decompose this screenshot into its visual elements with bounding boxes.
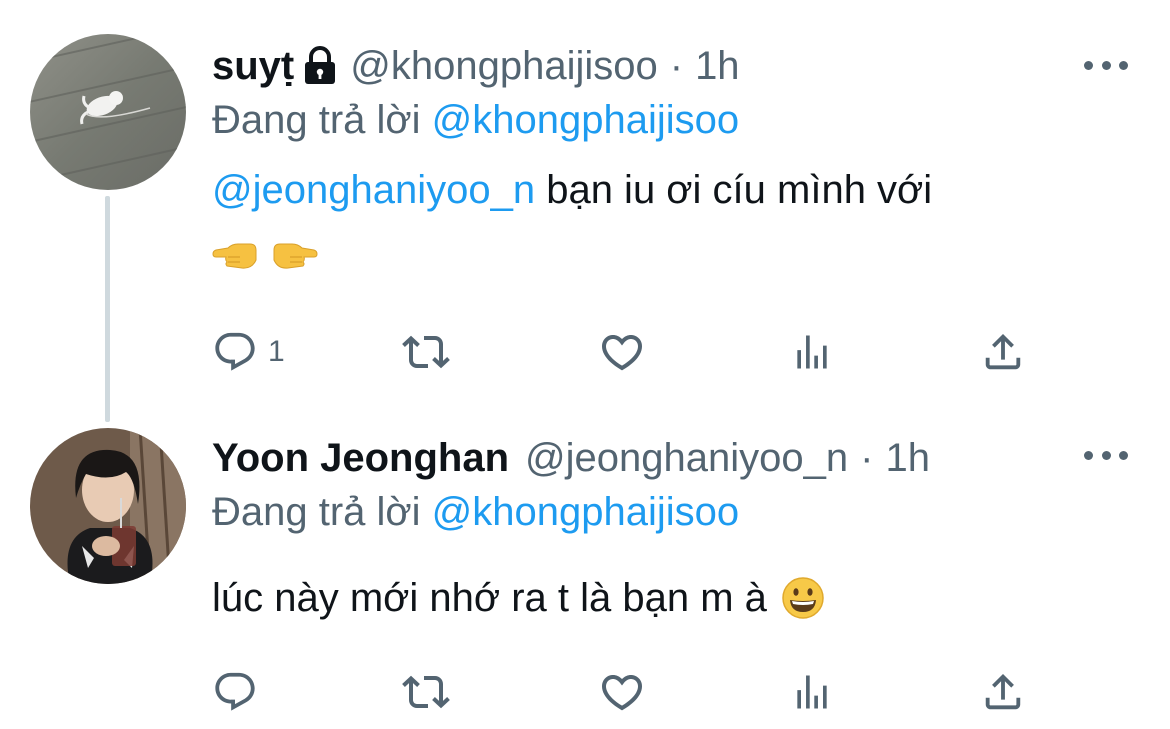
timestamp[interactable]: 1h [885, 436, 930, 481]
timestamp[interactable]: 1h [695, 44, 740, 89]
grinning-face-icon [782, 577, 824, 619]
separator-dot: · [860, 435, 874, 480]
reply-context: Đang trả lời @khongphaijisoo [212, 490, 739, 535]
emoji-line [212, 240, 318, 270]
reply-prefix: Đang trả lời [212, 98, 421, 142]
user-handle[interactable]: @khongphaijisoo [350, 44, 657, 89]
like-button[interactable] [598, 322, 646, 382]
views-button[interactable] [790, 322, 834, 382]
separator-dot: · [669, 43, 684, 88]
reply-to-mention[interactable]: @khongphaijisoo [432, 98, 739, 142]
text-mention[interactable]: @jeonghaniyoo_n [212, 168, 535, 212]
tweet-text: @jeonghaniyoo_n bạn iu ơi cíu mình với [212, 158, 932, 222]
display-name[interactable]: suyṭ [212, 44, 294, 89]
tweet-header: suyṭ @khongphaijisoo · 1h [212, 36, 740, 96]
retweet-icon [402, 675, 450, 709]
share-button[interactable] [980, 662, 1026, 722]
retweet-icon [402, 335, 450, 369]
tweet[interactable]: suyṭ @khongphaijisoo · 1h Đang trả lời @… [0, 0, 1170, 400]
reply-button[interactable] [212, 662, 268, 722]
reply-icon [215, 332, 255, 371]
avatar[interactable] [30, 428, 186, 584]
tweet-actions: 1 [212, 322, 1042, 382]
lock-icon [302, 46, 338, 86]
tweet-body: bạn iu ơi cíu mình với [535, 168, 933, 212]
more-options-icon[interactable] [1084, 445, 1128, 465]
reply-icon [215, 672, 255, 711]
reply-prefix: Đang trả lời [212, 490, 421, 534]
reply-button[interactable]: 1 [212, 322, 285, 382]
user-handle[interactable]: @jeonghaniyoo_n [525, 436, 848, 481]
reply-to-mention[interactable]: @khongphaijisoo [432, 490, 739, 534]
reply-context: Đang trả lời @khongphaijisoo [212, 98, 739, 143]
tweet-header: Yoon Jeonghan @jeonghaniyoo_n · 1h [212, 428, 930, 488]
analytics-icon [797, 335, 827, 369]
retweet-button[interactable] [402, 322, 450, 382]
heart-icon [601, 675, 643, 711]
like-button[interactable] [598, 662, 646, 722]
analytics-icon [797, 675, 827, 709]
share-button[interactable] [980, 322, 1026, 382]
views-button[interactable] [790, 662, 834, 722]
retweet-button[interactable] [402, 662, 450, 722]
tweet-body: lúc này mới nhớ ra t là bạn m à [212, 576, 767, 620]
share-icon [985, 333, 1021, 370]
tweet-thread: suyṭ @khongphaijisoo · 1h Đang trả lời @… [0, 0, 1170, 729]
backhand-index-pointing-left-icon [212, 243, 257, 269]
tweet-actions [212, 662, 1042, 722]
tweet-text: lúc này mới nhớ ra t là bạn m à [212, 566, 825, 630]
share-icon [985, 673, 1021, 710]
tweet[interactable]: Yoon Jeonghan @jeonghaniyoo_n · 1h Đang … [0, 400, 1170, 729]
display-name[interactable]: Yoon Jeonghan [212, 436, 509, 481]
more-options-icon[interactable] [1084, 55, 1128, 75]
backhand-index-pointing-right-icon [273, 243, 318, 269]
avatar[interactable] [30, 34, 186, 190]
reply-count: 1 [268, 335, 285, 368]
heart-icon [601, 335, 643, 371]
